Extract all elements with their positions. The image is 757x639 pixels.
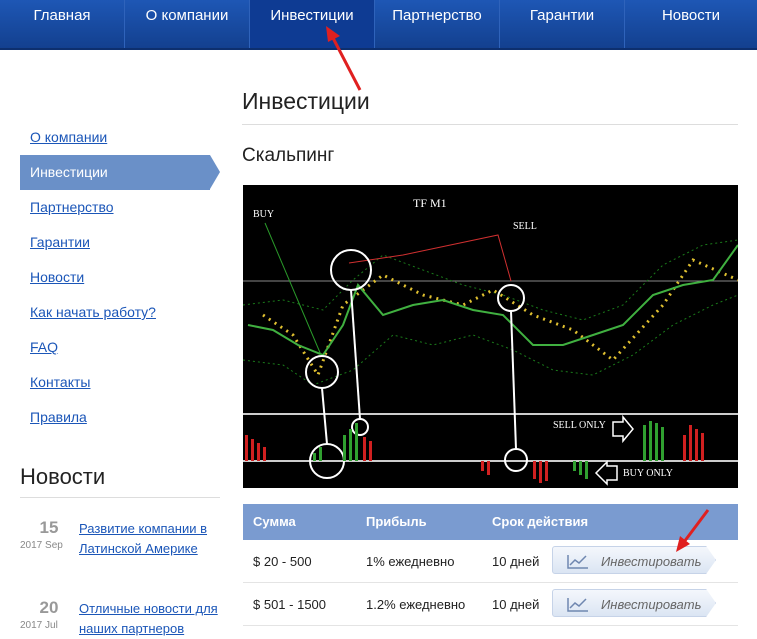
annotation-arrow-icon [326, 26, 362, 91]
chart-sell-only-label: SELL ONLY [553, 420, 606, 431]
sidebar-menu: О компании Инвестиции Партнерство Гарант… [20, 120, 220, 435]
sidebar-item-rules[interactable]: Правила [20, 400, 220, 435]
column-header-term: Срок действия [492, 514, 589, 529]
divider [242, 124, 738, 125]
chart-buy-label: BUY [253, 209, 274, 220]
chart-buy-only-label: BUY ONLY [623, 468, 673, 479]
plan-profit: 1% ежедневно [366, 554, 455, 569]
table-row: $ 20 - 500 1% ежедневно 10 дней Инвестир… [243, 540, 738, 583]
plan-sum: $ 20 - 500 [253, 554, 312, 569]
news-day: 15 [39, 518, 59, 537]
column-header-sum: Сумма [253, 514, 296, 529]
plan-term: 10 дней [492, 597, 540, 612]
column-header-profit: Прибыль [366, 514, 427, 529]
news-link[interactable]: Отличные новости для наших партнеров [79, 599, 219, 639]
section-subtitle: Скальпинг [242, 145, 335, 166]
nav-item-guarantees[interactable]: Гарантии [500, 0, 625, 48]
plan-term: 10 дней [492, 554, 540, 569]
plan-profit: 1.2% ежедневно [366, 597, 466, 612]
chart-sell-label: SELL [513, 221, 537, 232]
nav-item-partnership[interactable]: Партнерство [375, 0, 500, 48]
sidebar-item-about[interactable]: О компании [20, 120, 220, 155]
nav-item-about[interactable]: О компании [125, 0, 250, 48]
news-heading: Новости [20, 464, 106, 489]
page-title: Инвестиции [242, 88, 370, 114]
annotation-arrow-icon [676, 509, 710, 552]
nav-item-home[interactable]: Главная [0, 0, 125, 48]
sidebar-item-investments[interactable]: Инвестиции [20, 155, 220, 190]
chart-icon [567, 598, 588, 612]
news-day: 20 [39, 598, 59, 617]
sidebar-item-how-to-start[interactable]: Как начать работу? [20, 295, 220, 330]
invest-button[interactable]: Инвестировать [552, 589, 716, 617]
chart-icon [567, 555, 588, 569]
nav-item-news[interactable]: Новости [625, 0, 757, 48]
top-nav: Главная О компании Инвестиции Партнерств… [0, 0, 757, 50]
news-link[interactable]: Развитие компании в Латинской Америке [79, 519, 219, 559]
chart-tf-label: TF M1 [413, 196, 447, 210]
chart-graphic: BUY TF M1 SELL SELL ONLY BUY ONLY [243, 196, 738, 486]
invest-button-label: Инвестировать [601, 597, 702, 612]
news-date: 2017 Sep [20, 540, 63, 551]
invest-button-label: Инвестировать [601, 554, 702, 569]
sidebar-item-partnership[interactable]: Партнерство [20, 190, 220, 225]
plan-sum: $ 501 - 1500 [253, 597, 327, 612]
sidebar-item-news[interactable]: Новости [20, 260, 220, 295]
sidebar-item-guarantees[interactable]: Гарантии [20, 225, 220, 260]
table-row: $ 501 - 1500 1.2% ежедневно 10 дней Инве… [243, 583, 738, 626]
divider [20, 497, 220, 498]
news-date: 2017 Jul [20, 620, 58, 631]
scalping-chart-image: BUY TF M1 SELL SELL ONLY BUY ONLY [243, 185, 738, 488]
sidebar-item-faq[interactable]: FAQ [20, 330, 220, 365]
sidebar-item-contacts[interactable]: Контакты [20, 365, 220, 400]
investment-plans-table: Сумма Прибыль Срок действия $ 20 - 500 1… [243, 504, 738, 626]
table-header: Сумма Прибыль Срок действия [243, 504, 738, 540]
